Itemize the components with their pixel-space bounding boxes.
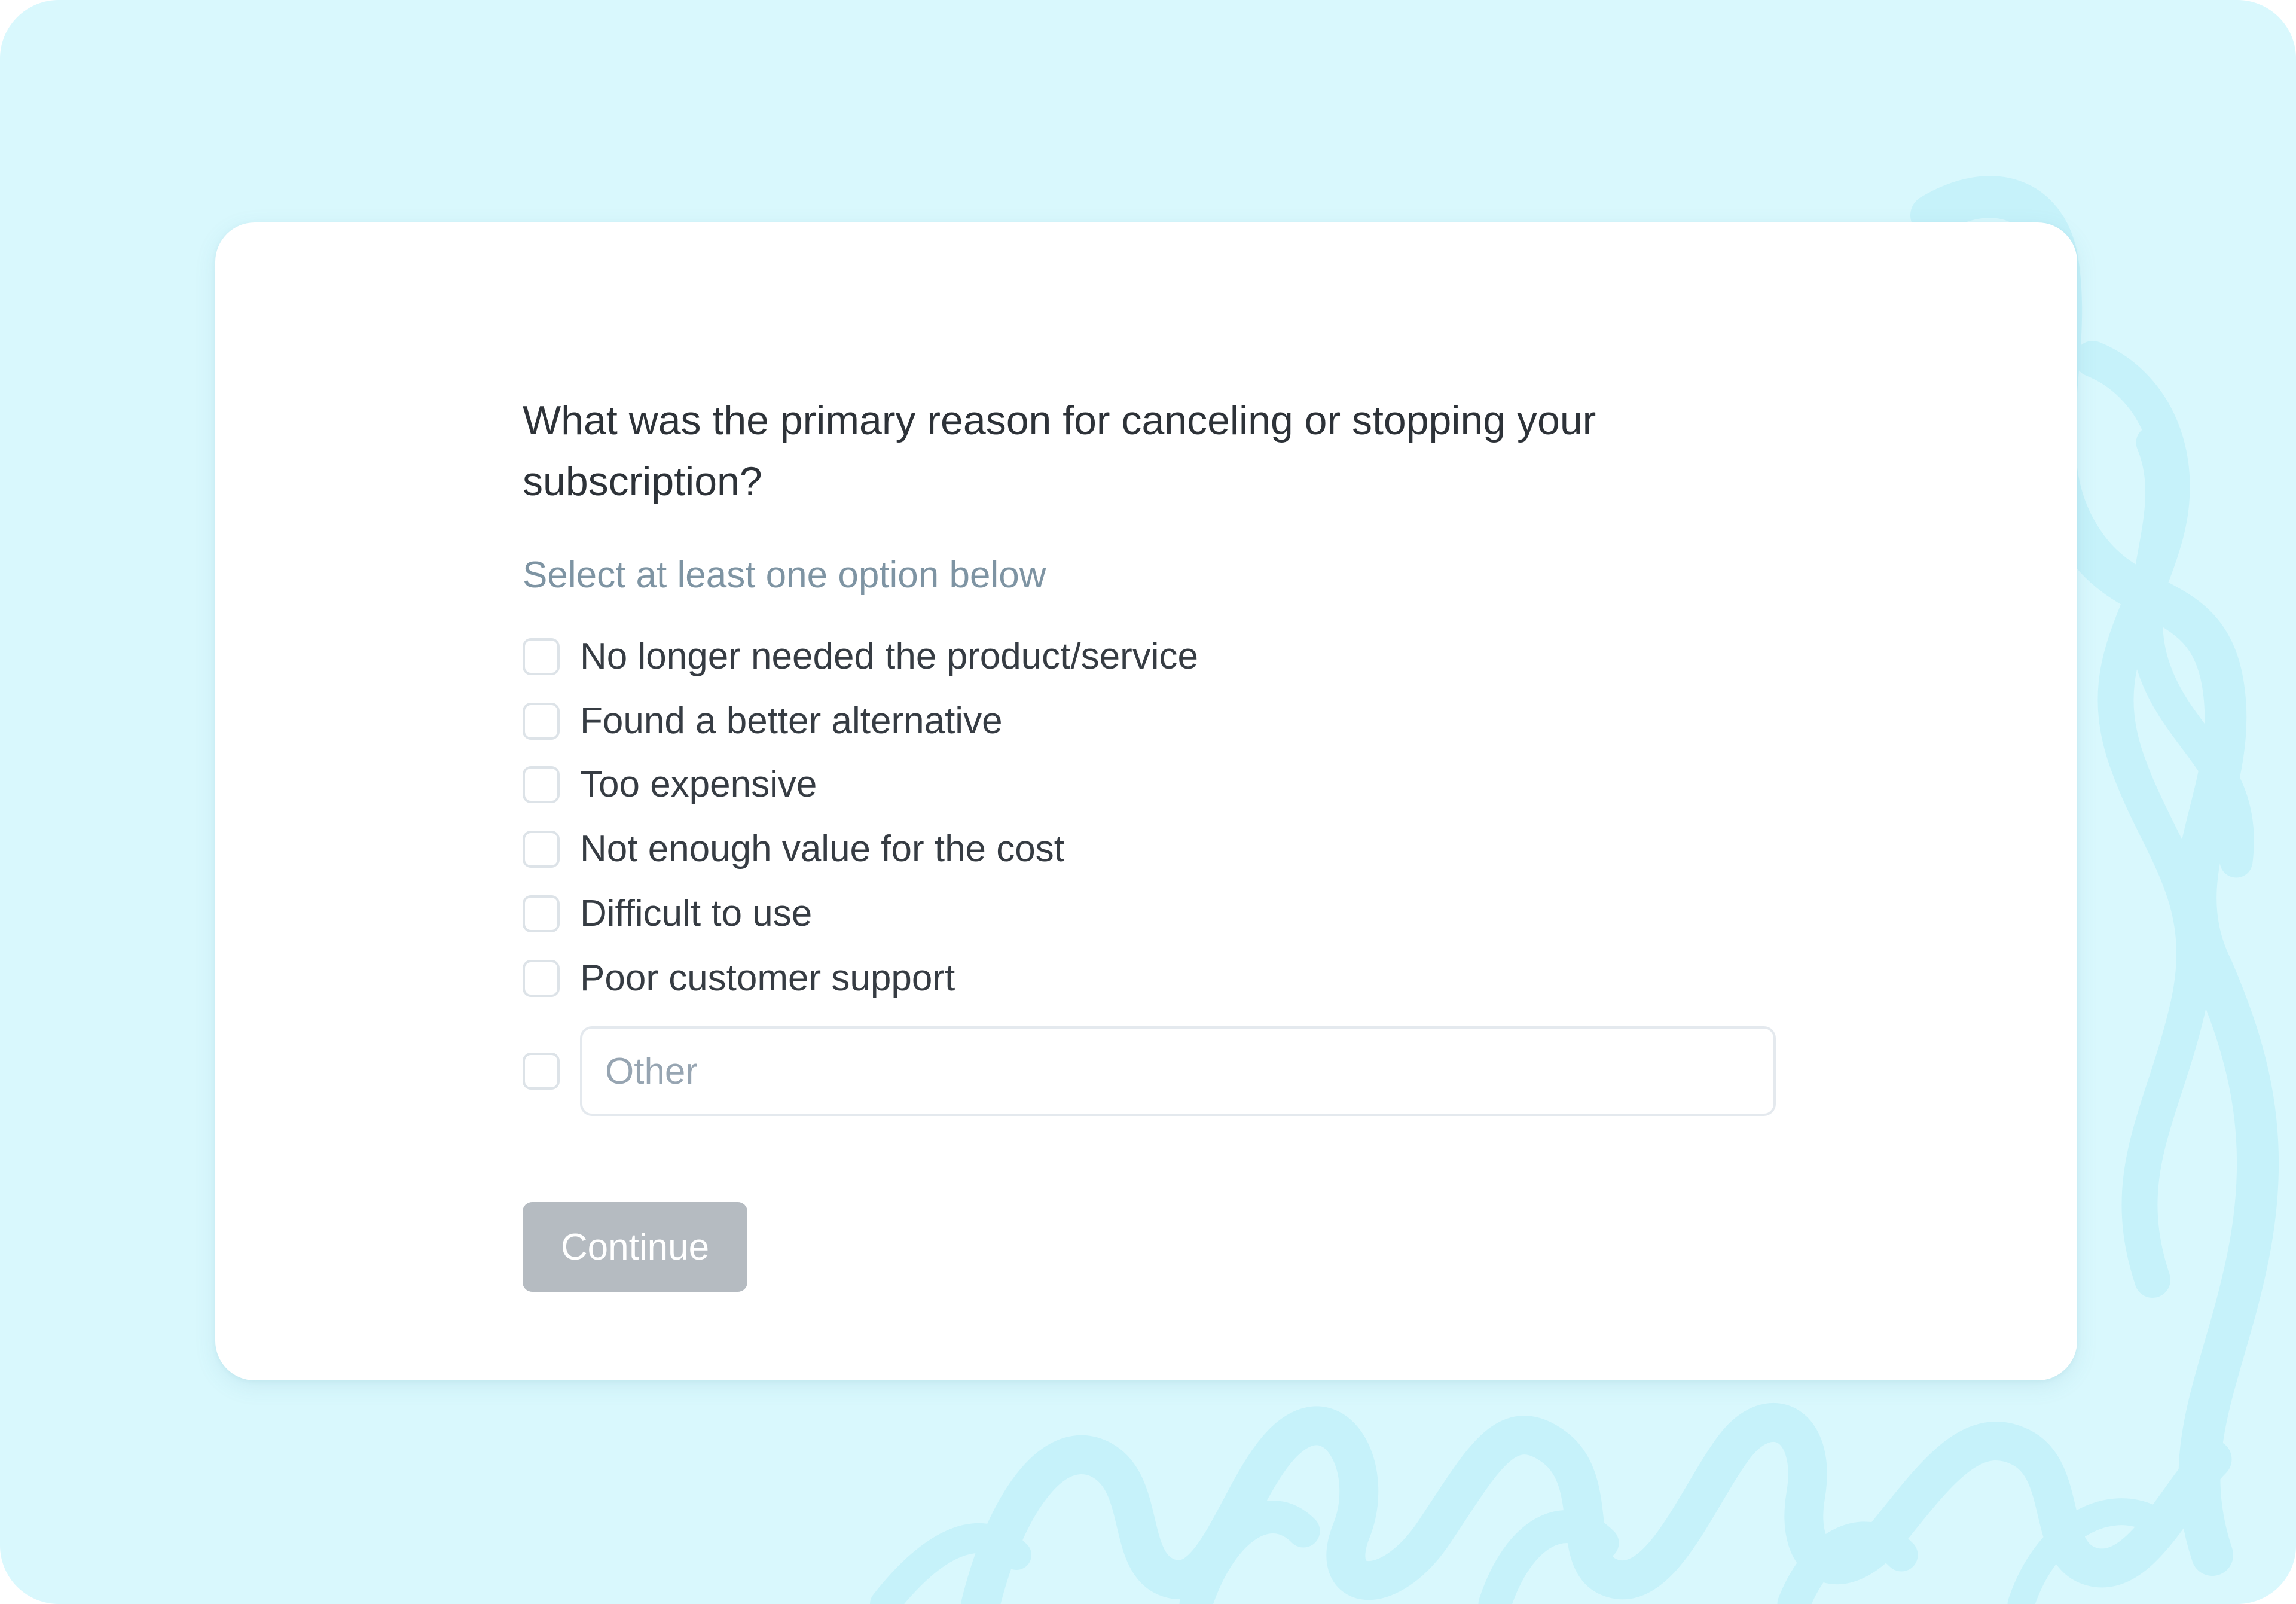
other-text-input[interactable]: [580, 1026, 1776, 1116]
option-better-alternative[interactable]: Found a better alternative: [523, 697, 1003, 745]
option-poor-support[interactable]: Poor customer support: [523, 955, 955, 1002]
option-label: Difficult to use: [580, 893, 813, 934]
option-label: Poor customer support: [580, 957, 955, 999]
option-difficult-to-use[interactable]: Difficult to use: [523, 890, 812, 938]
option-not-enough-value[interactable]: Not enough value for the cost: [523, 825, 1064, 873]
question-title: What was the primary reason for cancelin…: [523, 398, 1596, 504]
checkbox[interactable]: [523, 703, 560, 740]
option-other: [523, 1026, 1778, 1116]
checkbox[interactable]: [523, 766, 560, 803]
checkbox[interactable]: [523, 831, 560, 868]
option-label: Found a better alternative: [580, 700, 1003, 742]
selection-hint: Select at least one option below: [523, 554, 1046, 596]
option-label: Too expensive: [580, 764, 817, 805]
other-checkbox[interactable]: [523, 1053, 560, 1090]
survey-card: What was the primary reason for cancelin…: [215, 222, 2077, 1380]
option-label: Not enough value for the cost: [580, 828, 1064, 870]
checkbox[interactable]: [523, 895, 560, 932]
checkbox[interactable]: [523, 960, 560, 997]
checkbox[interactable]: [523, 638, 560, 675]
page-background: What was the primary reason for cancelin…: [0, 0, 2296, 1604]
continue-button[interactable]: Continue: [523, 1202, 747, 1292]
option-too-expensive[interactable]: Too expensive: [523, 761, 817, 809]
option-no-longer-needed[interactable]: No longer needed the product/service: [523, 633, 1198, 681]
option-label: No longer needed the product/service: [580, 636, 1198, 677]
